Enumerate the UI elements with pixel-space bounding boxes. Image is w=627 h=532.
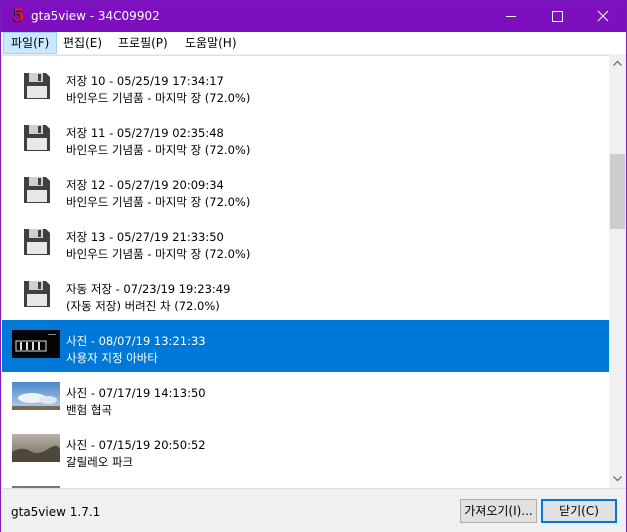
item-title: 저장 12 - 05/27/19 20:09:34	[66, 178, 224, 192]
item-title: 저장 13 - 05/27/19 21:33:50	[66, 230, 224, 244]
list-item-photo[interactable]: 사진 - 07/17/19 14:13:50 밴험 협곡	[2, 372, 609, 424]
scroll-down-button[interactable]	[609, 470, 626, 487]
menu-file[interactable]: 파일(F)	[3, 32, 58, 54]
window-title: gta5view - 34C09902	[31, 9, 160, 23]
list-item-partial[interactable]	[2, 476, 609, 488]
item-subtitle: 사용자 지정 아바타	[66, 351, 158, 365]
scrollbar-thumb[interactable]	[610, 154, 625, 229]
item-title: 사진 - 07/17/19 14:13:50	[66, 386, 206, 400]
floppy-disk-icon	[24, 281, 50, 307]
floppy-disk-icon	[24, 229, 50, 255]
chevron-down-icon	[613, 476, 622, 482]
status-bar: gta5view 1.7.1 가져오기(I)... 닫기(C)	[1, 488, 626, 532]
import-button[interactable]: 가져오기(I)...	[460, 499, 537, 523]
item-subtitle: 밴험 협곡	[66, 403, 112, 417]
floppy-disk-icon	[24, 177, 50, 203]
chevron-up-icon	[613, 60, 622, 66]
menu-help[interactable]: 도움말(H)	[178, 32, 244, 54]
menu-edit[interactable]: 편집(E)	[56, 32, 109, 54]
close-button[interactable]: 닫기(C)	[541, 499, 617, 523]
list-item-save[interactable]: 자동 저장 - 07/23/19 19:23:49 (자동 저장) 버려진 차 …	[2, 268, 609, 320]
item-subtitle: (자동 저장) 버려진 차 (72.0%)	[66, 299, 220, 313]
item-subtitle: 갈릴레오 파크	[66, 455, 134, 469]
close-icon	[597, 10, 609, 22]
item-subtitle: 바인우드 기념품 - 마지막 장 (72.0%)	[66, 247, 251, 261]
item-title: 사진 - 07/15/19 20:50:52	[66, 438, 206, 452]
list-item-save[interactable]: 저장 12 - 05/27/19 20:09:34 바인우드 기념품 - 마지막…	[2, 164, 609, 216]
floppy-disk-icon	[24, 73, 50, 99]
close-window-button[interactable]	[580, 1, 626, 32]
item-title: 저장 11 - 05/27/19 02:35:48	[66, 126, 224, 140]
photo-thumbnail	[12, 330, 60, 358]
list-item-save[interactable]: 저장 13 - 05/27/19 21:33:50 바인우드 기념품 - 마지막…	[2, 216, 609, 268]
title-bar[interactable]: 5 5 gta5view - 34C09902	[1, 1, 626, 32]
menu-profile[interactable]: 프로필(P)	[111, 32, 175, 54]
vertical-scrollbar[interactable]	[609, 55, 626, 487]
profile-item-list[interactable]: 저장 10 - 05/25/19 17:34:17 바인우드 기념품 - 마지막…	[2, 55, 609, 488]
minimize-button[interactable]	[488, 1, 534, 32]
photo-thumbnail	[12, 382, 60, 410]
item-subtitle: 바인우드 기념품 - 마지막 장 (72.0%)	[66, 91, 251, 105]
gta5view-app-icon: 5 5	[12, 7, 25, 25]
list-item-photo-selected[interactable]: 사진 - 08/07/19 13:21:33 사용자 지정 아바타	[2, 320, 609, 372]
floppy-disk-icon	[24, 125, 50, 151]
item-title: 저장 10 - 05/25/19 17:34:17	[66, 74, 224, 88]
version-label: gta5view 1.7.1	[11, 505, 101, 519]
item-subtitle: 바인우드 기념품 - 마지막 장 (72.0%)	[66, 195, 251, 209]
menu-bar: 파일(F) 편집(E) 프로필(P) 도움말(H)	[1, 32, 626, 54]
minimize-icon	[506, 16, 516, 17]
list-item-save[interactable]: 저장 10 - 05/25/19 17:34:17 바인우드 기념품 - 마지막…	[2, 60, 609, 112]
list-item-save[interactable]: 저장 11 - 05/27/19 02:35:48 바인우드 기념품 - 마지막…	[2, 112, 609, 164]
maximize-icon	[552, 11, 563, 22]
maximize-button[interactable]	[534, 1, 580, 32]
list-item-photo[interactable]: 사진 - 07/15/19 20:50:52 갈릴레오 파크	[2, 424, 609, 476]
item-title: 사진 - 08/07/19 13:21:33	[66, 334, 206, 348]
svg-text:5: 5	[13, 7, 25, 25]
photo-thumbnail	[12, 434, 60, 462]
item-title: 자동 저장 - 07/23/19 19:23:49	[66, 282, 231, 296]
scroll-up-button[interactable]	[609, 55, 626, 72]
item-subtitle: 바인우드 기념품 - 마지막 장 (72.0%)	[66, 143, 251, 157]
main-window: 5 5 gta5view - 34C09902 파일(F) 편집(E) 프로필(…	[0, 0, 627, 532]
